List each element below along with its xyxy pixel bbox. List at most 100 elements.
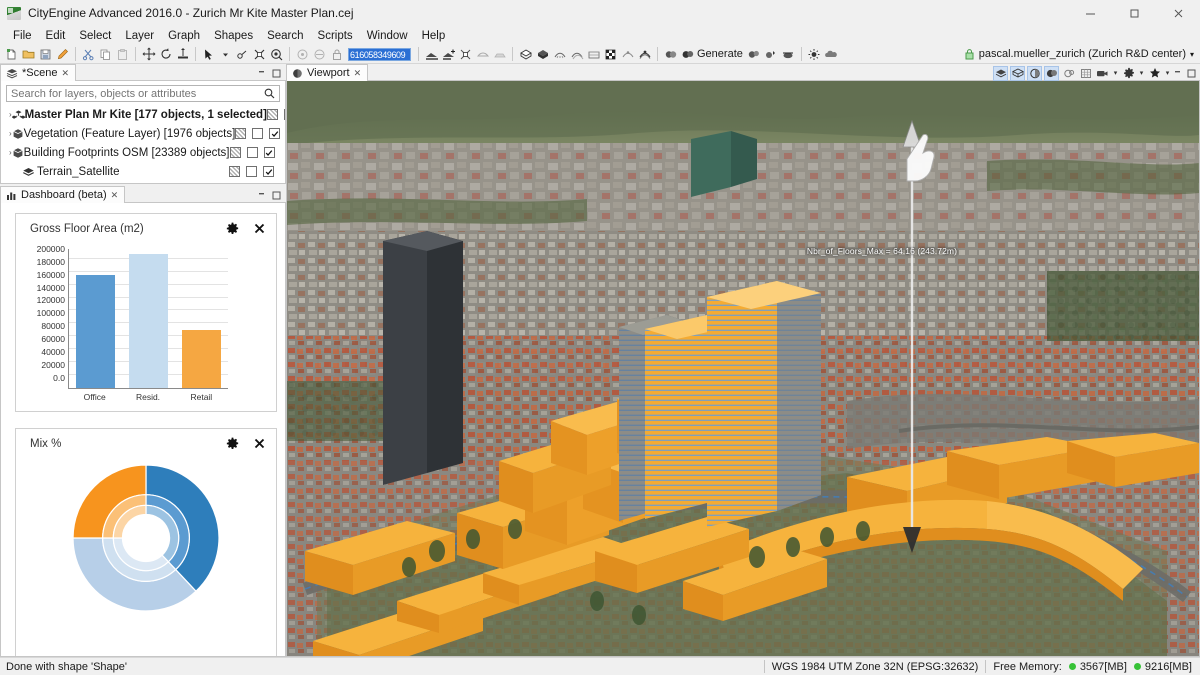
textured-model-toggle-icon[interactable] bbox=[1044, 66, 1059, 81]
tab-scene[interactable]: *Scene ✕ bbox=[0, 64, 76, 81]
layer-lock-checkbox[interactable] bbox=[267, 109, 278, 120]
camera-menu-icon[interactable] bbox=[1095, 66, 1110, 81]
maximize-view-icon[interactable] bbox=[271, 68, 282, 79]
zoom-selection-icon[interactable] bbox=[268, 46, 285, 63]
gear-icon[interactable] bbox=[226, 222, 239, 235]
lighting-toggle-icon[interactable] bbox=[1061, 66, 1076, 81]
menu-graph[interactable]: Graph bbox=[161, 29, 207, 43]
street-shapes-icon[interactable] bbox=[585, 46, 602, 63]
maximize-view-icon[interactable] bbox=[271, 190, 282, 201]
analysis-1-icon[interactable] bbox=[619, 46, 636, 63]
wireframe-toggle-icon[interactable] bbox=[1010, 66, 1025, 81]
layer-visible-checkbox[interactable] bbox=[269, 128, 280, 139]
tab-dashboard[interactable]: Dashboard (beta) ✕ bbox=[0, 186, 125, 203]
user-account[interactable]: pascal.mueller_zurich (Zurich R&D center… bbox=[964, 48, 1200, 60]
lock-icon[interactable] bbox=[328, 46, 345, 63]
menu-edit[interactable]: Edit bbox=[39, 29, 73, 43]
menu-file[interactable]: File bbox=[6, 29, 39, 43]
generate-icon[interactable] bbox=[679, 46, 696, 63]
layer-select-checkbox[interactable] bbox=[252, 128, 263, 139]
search-input-field[interactable] bbox=[11, 88, 264, 100]
layer-visible-checkbox[interactable] bbox=[264, 147, 275, 158]
menu-scripts[interactable]: Scripts bbox=[311, 29, 360, 43]
menu-window[interactable]: Window bbox=[360, 29, 415, 43]
gear-icon[interactable] bbox=[226, 437, 239, 450]
camera-menu-caret-icon[interactable]: ▾ bbox=[1112, 69, 1119, 77]
menu-select[interactable]: Select bbox=[72, 29, 118, 43]
cut-icon[interactable] bbox=[80, 46, 97, 63]
minimize-viewport-icon[interactable] bbox=[1173, 68, 1184, 79]
maximize-viewport-icon[interactable] bbox=[1186, 68, 1197, 79]
sidebar-item-terrain-satellite[interactable]: Terrain_Satellite bbox=[1, 162, 285, 181]
streets-1-icon[interactable] bbox=[551, 46, 568, 63]
snap-b-icon[interactable] bbox=[311, 46, 328, 63]
layer-lock-checkbox[interactable] bbox=[230, 147, 241, 158]
search-input[interactable] bbox=[6, 85, 280, 102]
sidebar-item-building-footprints[interactable]: › Building Footprints OSM [23389 objects… bbox=[1, 143, 285, 162]
open-scene-icon[interactable] bbox=[20, 46, 37, 63]
sidebar-item-vegetation[interactable]: › Vegetation (Feature Layer) [1976 objec… bbox=[1, 124, 285, 143]
generate-preview-icon[interactable] bbox=[662, 46, 679, 63]
maximize-icon[interactable] bbox=[1112, 0, 1156, 26]
generate-selected-icon[interactable] bbox=[763, 46, 780, 63]
tab-dashboard-close-icon[interactable]: ✕ bbox=[111, 190, 119, 201]
new-scene-icon[interactable] bbox=[3, 46, 20, 63]
checker-pattern-icon[interactable] bbox=[602, 46, 619, 63]
generate-models-icon[interactable] bbox=[54, 46, 71, 63]
layer-select-checkbox[interactable] bbox=[246, 166, 257, 177]
bookmarks-menu-icon[interactable] bbox=[1147, 66, 1162, 81]
tab-viewport[interactable]: Viewport ✕ bbox=[286, 64, 368, 81]
menu-layer[interactable]: Layer bbox=[118, 29, 161, 43]
cleanup-shapes-icon[interactable] bbox=[457, 46, 474, 63]
analysis-2-icon[interactable] bbox=[636, 46, 653, 63]
minimize-view-icon[interactable] bbox=[257, 68, 268, 79]
save-icon[interactable] bbox=[37, 46, 54, 63]
model-hierarchy-icon[interactable] bbox=[517, 46, 534, 63]
numeric-value-field[interactable]: 616058349609 bbox=[348, 48, 411, 61]
sun-icon[interactable] bbox=[806, 46, 823, 63]
model-solid-icon[interactable] bbox=[534, 46, 551, 63]
terrain-shading-toggle-icon[interactable] bbox=[993, 66, 1008, 81]
generate-label[interactable]: Generate bbox=[696, 48, 746, 60]
move-tool-icon[interactable] bbox=[140, 46, 157, 63]
minimize-icon[interactable] bbox=[1068, 0, 1112, 26]
copy-icon[interactable] bbox=[97, 46, 114, 63]
select-dropdown-caret-icon[interactable] bbox=[217, 46, 234, 63]
select-connected-icon[interactable] bbox=[234, 46, 251, 63]
scale-tool-icon[interactable] bbox=[174, 46, 191, 63]
shaded-model-toggle-icon[interactable] bbox=[1027, 66, 1042, 81]
tab-scene-close-icon[interactable]: ✕ bbox=[61, 68, 69, 79]
close-icon[interactable] bbox=[253, 437, 266, 450]
menu-shapes[interactable]: Shapes bbox=[207, 29, 260, 43]
close-icon[interactable] bbox=[1156, 0, 1200, 26]
menu-search[interactable]: Search bbox=[260, 29, 310, 43]
viewport-settings-caret-icon[interactable]: ▾ bbox=[1138, 69, 1145, 77]
subdivide-icon[interactable] bbox=[474, 46, 491, 63]
cloud-icon[interactable] bbox=[823, 46, 840, 63]
layer-visible-checkbox[interactable] bbox=[263, 166, 274, 177]
select-object-icon[interactable] bbox=[251, 46, 268, 63]
layer-lock-checkbox[interactable] bbox=[229, 166, 240, 177]
3d-viewport[interactable]: Nbr_of_Floors_Max = 64.16 (243.72m) bbox=[286, 81, 1200, 657]
bookmarks-caret-icon[interactable]: ▾ bbox=[1164, 69, 1171, 77]
extrude-icon[interactable] bbox=[491, 46, 508, 63]
align-shapes-terrain-icon[interactable] bbox=[423, 46, 440, 63]
user-dropdown-caret[interactable]: ▾ bbox=[1190, 50, 1194, 59]
sidebar-item-master-plan[interactable]: › Master Plan Mr Kite [177 objects, 1 se… bbox=[1, 105, 285, 124]
align-terrain-shapes-icon[interactable] bbox=[440, 46, 457, 63]
paste-icon[interactable] bbox=[114, 46, 131, 63]
tab-viewport-close-icon[interactable]: ✕ bbox=[354, 68, 362, 79]
layer-select-checkbox[interactable] bbox=[247, 147, 258, 158]
menu-help[interactable]: Help bbox=[415, 29, 453, 43]
viewport-settings-menu-icon[interactable] bbox=[1121, 66, 1136, 81]
close-icon[interactable] bbox=[253, 222, 266, 235]
search-icon[interactable] bbox=[264, 88, 275, 99]
clear-models-icon[interactable] bbox=[780, 46, 797, 63]
layer-lock-checkbox[interactable] bbox=[235, 128, 246, 139]
grid-toggle-icon[interactable] bbox=[1078, 66, 1093, 81]
snap-a-icon[interactable] bbox=[294, 46, 311, 63]
minimize-view-icon[interactable] bbox=[257, 190, 268, 201]
generate-all-icon[interactable] bbox=[746, 46, 763, 63]
streets-2-icon[interactable] bbox=[568, 46, 585, 63]
select-arrow-icon[interactable] bbox=[200, 46, 217, 63]
